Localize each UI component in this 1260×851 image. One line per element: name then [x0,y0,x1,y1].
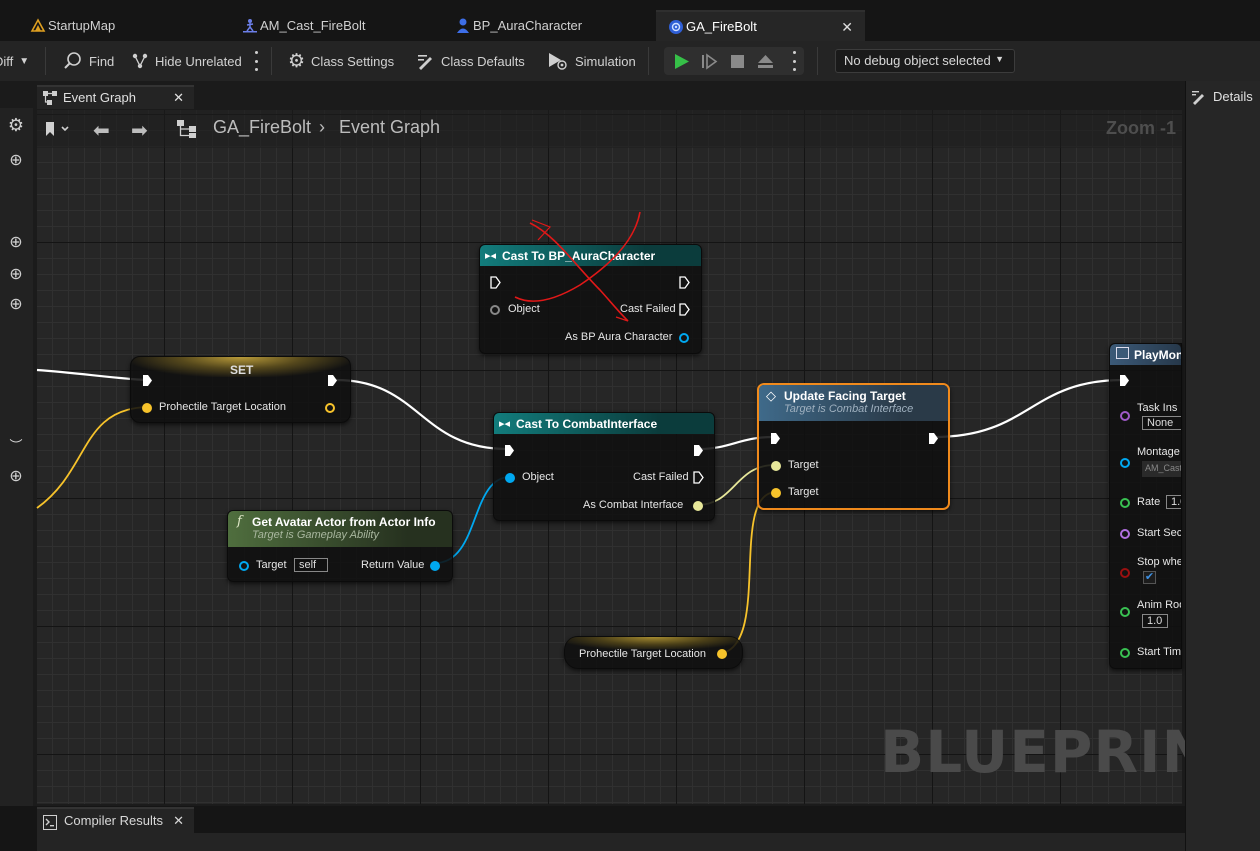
interface-node-header: Update Facing Target Target is Combat In… [759,385,948,421]
exec-in-pin[interactable] [1119,374,1130,387]
start-section-label: Start Sec [1137,527,1182,539]
target-input-pin[interactable] [239,561,249,571]
exec-out-pin[interactable] [679,276,690,289]
object-input-pin[interactable] [505,473,515,483]
breadcrumb-separator-icon: › [319,117,325,137]
exec-wire-set-to-cast [335,378,508,451]
breadcrumb-root[interactable]: GA_FireBolt [213,117,311,138]
task-instance-field[interactable]: None [1142,416,1181,430]
exec-in-pin[interactable] [504,444,515,457]
zoom-level: Zoom -1 [1106,118,1176,138]
function-node-title: Get Avatar Actor from Actor Info [252,515,436,529]
start-time-label: Start Tim [1137,646,1182,658]
rate-field[interactable]: 1.0 [1166,495,1181,509]
vector-output-pin[interactable] [717,649,727,659]
update-facing-target-node[interactable]: Update Facing Target Target is Combat In… [757,383,950,510]
graph-hierarchy-icon [177,120,196,138]
as-character-label: As BP Aura Character [565,331,673,343]
cast-node-title: Cast To CombatInterface [516,417,658,431]
exec-out-pin[interactable] [928,432,939,445]
as-combat-interface-output-pin[interactable] [693,501,703,511]
anim-root-field[interactable]: 1.0 [1142,614,1168,628]
interface-node-subtitle: Target is Combat Interface [784,403,914,415]
tab-compiler-results[interactable]: Compiler Results ✕ [37,807,194,833]
set-node[interactable]: SET Prohectile Target Location [130,356,351,423]
breadcrumb [37,110,1182,148]
cast-icon: ▸◂ [499,418,511,430]
anim-root-label: Anim Roo [1137,599,1182,611]
function-node-subtitle: Target is Gameplay Ability [252,529,379,541]
exec-in-pin[interactable] [770,432,781,445]
object-pin-label: Object [522,471,554,483]
vector-input-pin[interactable] [142,403,152,413]
exec-out-pin[interactable] [327,374,338,387]
exec-in-pin[interactable] [490,276,501,289]
stop-when-pin[interactable] [1120,568,1130,578]
function-icon: f [237,514,242,529]
task-icon [1116,347,1129,359]
stop-when-checkbox[interactable]: ✔ [1143,571,1156,584]
bookmark-icon[interactable] [44,121,70,137]
return-value-label: Return Value [361,559,425,571]
montage-label: Montage [1137,446,1180,458]
vector-wire-var-to-update [722,491,776,654]
exec-wire-update-to-montage [933,378,1124,439]
compiler-tab-label: Compiler Results [64,813,163,828]
anim-root-pin[interactable] [1120,607,1130,617]
details-panel: Details [1185,81,1260,851]
variable-label: Prohectile Target Location [579,648,706,660]
set-node-title: SET [230,363,254,377]
as-combat-interface-label: As Combat Interface [583,499,684,511]
exec-in-pin[interactable] [142,374,153,387]
start-section-pin[interactable] [1120,529,1130,539]
play-montage-node[interactable]: PlayMon Task Ins None Montage AM_Cast Ra… [1109,343,1182,669]
cast-failed-pin[interactable] [693,471,704,484]
cast-node-header: Cast To CombatInterface [494,413,714,434]
start-time-pin[interactable] [1120,648,1130,658]
forward-arrow-icon[interactable]: ➡ [131,118,148,143]
close-icon[interactable]: ✕ [173,813,184,829]
exec-out-pin[interactable] [693,444,704,457]
compiler-icon [43,815,57,830]
target-pin-label: Target [788,459,819,471]
back-arrow-icon[interactable]: ⬅ [93,118,110,143]
target-pin-label: Target [788,486,819,498]
cast-to-combat-interface-node[interactable]: Cast To CombatInterface ▸◂ Object Cast F… [493,412,715,521]
task-instance-pin[interactable] [1120,411,1130,421]
interface-target-pin[interactable] [771,461,781,471]
cast-icon: ▸◂ [485,250,497,262]
function-node-header: Get Avatar Actor from Actor Info Target … [228,511,452,547]
task-instance-label: Task Ins [1137,402,1178,414]
get-avatar-actor-node[interactable]: Get Avatar Actor from Actor Info Target … [227,510,453,582]
montage-asset-field[interactable]: AM_Cast [1142,461,1181,477]
interface-message-icon: ◇ [766,388,776,403]
get-projectile-target-location-node[interactable]: Prohectile Target Location [564,636,743,669]
interface-node-title: Update Facing Target [784,389,906,403]
target-pin-label: Target [256,559,287,571]
details-icon [1192,91,1204,105]
stop-when-label: Stop whe [1137,556,1182,568]
rate-pin[interactable] [1120,498,1130,508]
vector-target-pin[interactable] [771,488,781,498]
cast-failed-label: Cast Failed [633,471,689,483]
details-tab-label[interactable]: Details [1213,89,1253,104]
play-montage-title: PlayMon [1134,348,1182,362]
vector-wire-set-in [36,406,147,509]
set-pin-label: Prohectile Target Location [159,401,286,413]
red-cross-annotation [514,211,641,322]
target-value-field[interactable]: self [294,558,328,572]
cast-failed-pin[interactable] [679,303,690,316]
breadcrumb-current: Event Graph [339,117,441,137]
montage-pin[interactable] [1120,458,1130,468]
object-input-pin[interactable] [490,305,500,315]
as-character-output-pin[interactable] [679,333,689,343]
return-value-output-pin[interactable] [430,561,440,571]
compiler-results-body [37,833,1185,851]
rate-label: Rate [1137,496,1161,508]
vector-output-pin[interactable] [325,403,335,413]
